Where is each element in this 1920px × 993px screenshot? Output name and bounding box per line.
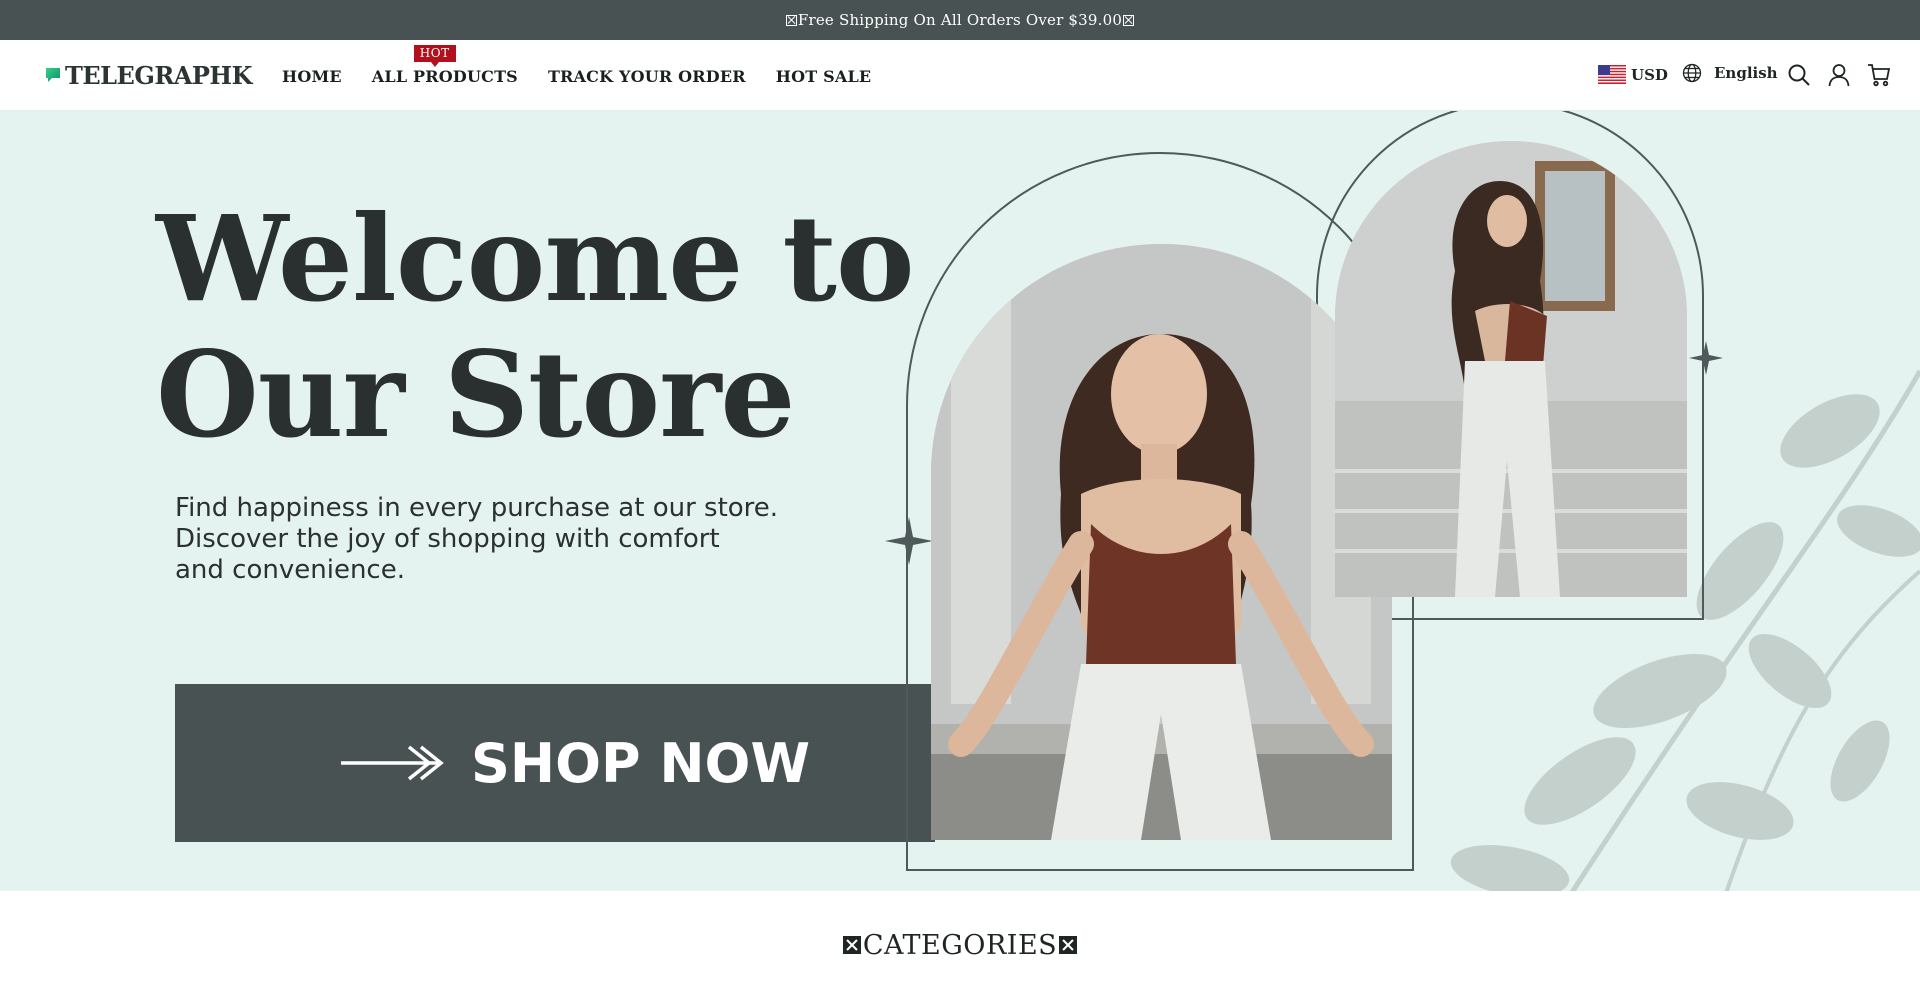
missing-glyph-icon [785,14,797,26]
nav-home[interactable]: HOME [282,67,342,86]
nav-all-products-label: ALL PRODUCTS [371,67,518,86]
logo-chat-icon [46,68,60,82]
nav-all-products[interactable]: ALL PRODUCTS HOT [371,45,518,86]
categories-heading: CATEGORIES [862,929,1058,961]
logo-text: TELEGRAPHK [65,60,252,90]
us-flag-icon [1598,65,1626,84]
hot-badge: HOT [413,45,456,67]
main-nav: HOME ALL PRODUCTS HOT TRACK YOUR ORDER H… [282,45,872,86]
hero-banner: Welcome to Our Store Find happiness in e… [0,111,1920,891]
announcement-bar: Free Shipping On All Orders Over $39.00 [0,0,1920,40]
search-icon[interactable] [1786,62,1812,88]
nav-track-order[interactable]: TRACK YOUR ORDER [548,67,746,86]
user-icon[interactable] [1826,62,1852,88]
site-header: TELEGRAPHK HOME ALL PRODUCTS HOT TRACK Y… [0,40,1920,111]
missing-glyph-icon [1123,14,1135,26]
missing-glyph-icon [842,936,861,954]
announcement-text: Free Shipping On All Orders Over $39.00 [797,11,1123,29]
language-selector[interactable]: English [1682,63,1778,83]
nav-hot-sale[interactable]: HOT SALE [776,67,872,86]
globe-icon [1682,63,1702,83]
site-logo[interactable]: TELEGRAPHK [44,60,252,90]
currency-label: USD [1631,65,1668,84]
currency-selector[interactable]: USD [1598,65,1668,84]
missing-glyph-icon [1059,936,1078,954]
hero-photo-seated-model [931,244,1392,840]
model-illustration-2 [1335,141,1687,597]
hero-photo-standing-model [1335,141,1687,597]
model-illustration [931,244,1392,840]
language-label: English [1714,64,1778,82]
categories-section-header: CATEGORIES [0,925,1920,965]
cart-icon[interactable] [1866,62,1892,88]
